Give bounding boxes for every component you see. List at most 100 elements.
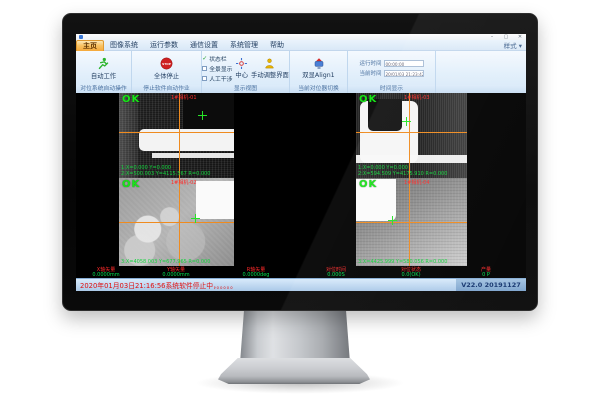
svg-text:STOP: STOP — [162, 61, 172, 65]
style-menu[interactable]: 样式 ▾ — [504, 40, 526, 50]
coordinate-readout: 1:X=0.000 Y=0.000 2:X=594.509 Y=4175.910… — [358, 165, 447, 177]
manual-adjust-label: 手动调整界面 — [251, 70, 289, 79]
camera-view-top-left[interactable]: OK 1#相机-01 1:X=0.000 Y=0.000 2:X=500.003… — [119, 93, 234, 178]
group-label-stop: 停止软件自动作业 — [132, 85, 201, 93]
status-bar: 2020年01月03日21:16:56系统软件停止中，。。。。。 V22.0 2… — [76, 278, 526, 291]
menu-bar: 主页 图像系统 运行参数 通信设置 系统管理 帮助 样式 ▾ — [76, 40, 526, 51]
ribbon-toolbar: 自动工作 对位系统自动操作 STOP 全体停止 — [76, 51, 526, 93]
panorama-checkbox-label: 全景显示 — [209, 64, 232, 73]
alignment-stats-row: X轴矢量 0.0000mm Y轴矢量 0.0000mm R轴矢量 0.0000d… — [76, 267, 526, 278]
monitor-stand-base — [218, 358, 370, 384]
current-time-field[interactable]: 20/01/03 21:23:42 — [384, 70, 424, 77]
result-badge: OK — [122, 179, 140, 190]
camera-label: 1#相机-04 — [404, 179, 430, 186]
ribbon-filler — [436, 51, 526, 93]
person-icon — [264, 58, 275, 69]
camera-view-bottom-left[interactable]: OK 1#相机-02 3:X=4058.003 Y=677.965 R=0.00… — [119, 178, 234, 266]
application-window: – ▢ ✕ 主页 图像系统 运行参数 通信设置 系统管理 帮助 样式 ▾ — [76, 34, 526, 291]
stop-all-button[interactable]: STOP 全体停止 — [154, 57, 179, 80]
crosshair-horizontal — [356, 222, 467, 223]
tab-system-manage[interactable]: 系统管理 — [224, 40, 264, 50]
tab-run-params[interactable]: 运行参数 — [144, 40, 184, 50]
camera-view-top-right[interactable]: OK 1#相机-03 1:X=0.000 Y=0.000 2:X=594.509… — [356, 93, 467, 178]
coordinate-readout: 1:X=0.000 Y=0.000 2:X=500.003 Y=4115.567… — [121, 165, 210, 177]
ribbon-group-time: 运行时间 00:00:00 当前时间 20/01/03 21:23:42 时间显… — [348, 51, 436, 93]
checkbox-icon — [202, 66, 207, 71]
center-button[interactable]: 中心 — [235, 58, 248, 79]
tab-help[interactable]: 帮助 — [264, 40, 290, 50]
crosshair-horizontal — [356, 132, 467, 133]
view-options: ✓ 状态栏 全景显示 人工干涉 — [202, 54, 232, 83]
monitor-stand-neck — [240, 305, 350, 363]
target-icon — [236, 58, 247, 69]
camera-view-bottom-right[interactable]: OK 1#相机-04 3:X=4425.999 Y=580.056 R=0.00… — [356, 178, 467, 266]
mark-cross-icon — [198, 111, 207, 120]
current-time-label: 当前时间 — [359, 69, 381, 77]
stat-r-vector: R轴矢量 0.0000deg — [216, 267, 296, 278]
mark-cross-icon — [402, 117, 411, 126]
stop-all-label: 全体停止 — [154, 71, 179, 80]
stat-yield: 产量 0 P — [446, 267, 526, 278]
camera-label: 1#相机-02 — [171, 179, 197, 186]
coordinate-readout: 3:X=4058.003 Y=677.965 R=0.000 — [121, 259, 210, 265]
panorama-checkbox[interactable]: 全景显示 — [202, 64, 232, 73]
app-icon — [79, 35, 83, 39]
auto-work-label: 自动工作 — [91, 71, 116, 80]
camera-label: 1#相机-01 — [171, 94, 197, 101]
result-badge: OK — [122, 94, 140, 105]
runner-icon — [97, 57, 110, 70]
dual-display-align-label: 双显Align1 — [302, 70, 334, 79]
coord-line: 3:X=4058.003 Y=677.965 R=0.000 — [121, 259, 210, 265]
stat-value: 0.0000mm — [162, 273, 189, 278]
ribbon-group-view: ✓ 状态栏 全景显示 人工干涉 — [202, 51, 290, 93]
monitor-bezel: – ▢ ✕ 主页 图像系统 运行参数 通信设置 系统管理 帮助 样式 ▾ — [62, 13, 538, 311]
group-label-time: 时间显示 — [348, 85, 435, 93]
checkbox-icon — [202, 76, 207, 81]
group-label-view: 显示视图 — [202, 85, 289, 93]
coord-line: 2:X=594.509 Y=4175.910 R=0.000 — [358, 171, 447, 177]
ribbon-group-stop: STOP 全体停止 停止软件自动作业 — [132, 51, 202, 93]
manual-adjust-button[interactable]: 手动调整界面 — [251, 58, 289, 79]
camera-grid: OK 1#相机-01 1:X=0.000 Y=0.000 2:X=500.003… — [76, 93, 526, 267]
group-label-auto: 对位系统自动操作 — [76, 85, 131, 93]
stat-align-status: 对位状态 0.0(OK) — [376, 267, 446, 278]
tab-image-system[interactable]: 图像系统 — [104, 40, 144, 50]
version-label: V22.0 20191127 — [456, 279, 526, 291]
part-image-region — [152, 153, 234, 158]
stop-icon: STOP — [160, 57, 173, 70]
runtime-label: 运行时间 — [359, 59, 381, 67]
desktop-background: – ▢ ✕ 主页 图像系统 运行参数 通信设置 系统管理 帮助 样式 ▾ — [0, 0, 600, 400]
coordinate-readout: 3:X=4425.999 Y=580.056 R=0.000 — [358, 259, 447, 265]
stat-value: 0.0000mm — [92, 273, 119, 278]
runtime-field[interactable]: 00:00:00 — [384, 60, 424, 67]
camera-label: 1#相机-03 — [404, 94, 430, 101]
center-label: 中心 — [235, 70, 248, 79]
manual-intervene-checkbox[interactable]: 人工干涉 — [202, 74, 232, 83]
tab-home[interactable]: 主页 — [76, 40, 104, 51]
mark-cross-icon — [388, 216, 397, 225]
ribbon-group-auto: 自动工作 对位系统自动操作 — [76, 51, 132, 93]
group-label-aligner: 当前对位器切换 — [290, 85, 347, 93]
stat-y-vector: Y轴矢量 0.0000mm — [136, 267, 216, 278]
ribbon-group-aligner: 双显Align1 当前对位器切换 — [290, 51, 348, 93]
stat-value: 0.000S — [327, 273, 345, 278]
stat-value: 0 P — [482, 273, 490, 278]
part-image-region — [196, 181, 234, 219]
align-display-icon — [313, 57, 325, 69]
stat-value: 0.0(OK) — [401, 273, 420, 278]
dual-display-align-button[interactable]: 双显Align1 — [302, 57, 334, 79]
stat-align-time: 对位时间 0.000S — [296, 267, 376, 278]
auto-work-button[interactable]: 自动工作 — [91, 57, 116, 80]
status-message: 2020年01月03日21:16:56系统软件停止中，。。。。。 — [76, 280, 456, 290]
tab-comm-settings[interactable]: 通信设置 — [184, 40, 224, 50]
result-badge: OK — [359, 179, 377, 190]
manual-intervene-checkbox-label: 人工干涉 — [209, 74, 232, 83]
coord-line: 2:X=500.003 Y=4115.567 R=0.000 — [121, 171, 210, 177]
crosshair-horizontal — [119, 222, 234, 223]
stat-value: 0.0000deg — [243, 273, 270, 278]
part-image-region — [356, 155, 467, 163]
statusbar-checkbox-label: 状态栏 — [209, 54, 226, 63]
stat-x-vector: X轴矢量 0.0000mm — [76, 267, 136, 278]
statusbar-checkbox[interactable]: ✓ 状态栏 — [202, 54, 232, 63]
result-badge: OK — [359, 94, 377, 105]
